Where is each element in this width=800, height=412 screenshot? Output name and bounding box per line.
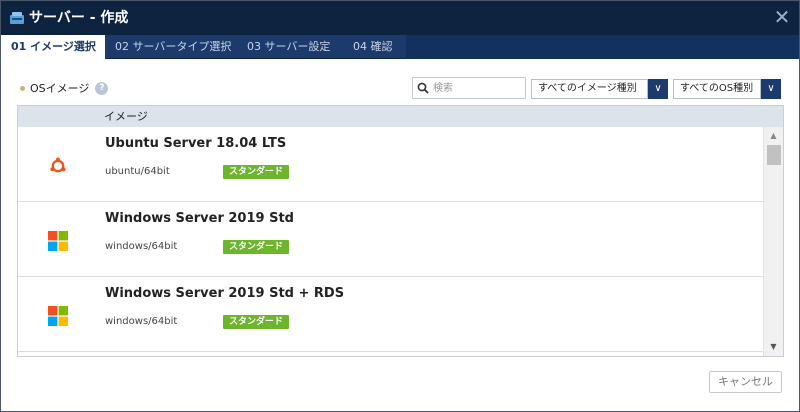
dialog-titlebar: サーバー - 作成 ✕ [1, 1, 799, 35]
table-header: イメージ [18, 106, 783, 127]
image-type-select[interactable]: すべてのイメージ種別 [531, 79, 648, 99]
windows-icon [48, 306, 68, 326]
scroll-up-arrow[interactable]: ▲ [764, 130, 783, 142]
image-name: Ubuntu Server 18.04 LTS [105, 136, 287, 151]
dialog-title: サーバー - 作成 [29, 10, 129, 26]
table-row[interactable]: Ubuntu Server 18.04 LTS ubuntu/64bit スタン… [18, 127, 763, 202]
image-table: イメージ Ubuntu Server 18.04 LTS ubuntu/64bi… [17, 105, 784, 357]
scroll-down-arrow[interactable]: ▼ [764, 341, 783, 353]
scroll-thumb[interactable] [767, 145, 781, 165]
standard-badge: スタンダード [223, 165, 290, 179]
column-header-image: イメージ [104, 110, 148, 123]
tab-server-type-select[interactable]: 02 サーバータイプ選択 [105, 35, 237, 59]
standard-badge: スタンダード [223, 315, 290, 329]
tab-server-settings[interactable]: 03 サーバー設定 [237, 35, 339, 59]
image-name: Windows Server 2019 Std [105, 211, 294, 226]
table-scrollbar[interactable]: ▲ ▼ [763, 127, 783, 356]
standard-badge: スタンダード [223, 240, 290, 254]
ubuntu-icon [49, 157, 67, 175]
image-name: Windows Server 2019 Std + RDS [105, 286, 345, 301]
search-box [412, 77, 526, 99]
table-row[interactable]: Windows Server 2019 Std + RDS windows/64… [18, 277, 763, 352]
os-image-label: OSイメージ ? [20, 80, 109, 96]
image-path: windows/64bit [105, 316, 178, 327]
bullet-icon [20, 85, 25, 91]
os-type-select[interactable]: すべてのOS種別 [673, 79, 761, 99]
tabbar-filler [406, 35, 799, 59]
table-rows: Ubuntu Server 18.04 LTS ubuntu/64bit スタン… [18, 127, 763, 356]
windows-icon [48, 231, 68, 251]
help-icon[interactable]: ? [95, 81, 109, 95]
server-icon [10, 12, 24, 24]
create-server-dialog: サーバー - 作成 ✕ 01 イメージ選択 02 サーバータイプ選択 03 サー… [0, 0, 800, 412]
cancel-button[interactable]: キャンセル [709, 371, 782, 393]
tab-confirm[interactable]: 04 確認 [339, 35, 406, 59]
search-icon [417, 82, 429, 94]
os-image-label-text: OSイメージ [30, 82, 90, 95]
search-input[interactable] [433, 79, 517, 97]
close-button[interactable]: ✕ [765, 1, 799, 35]
step-tabs: 01 イメージ選択 02 サーバータイプ選択 03 サーバー設定 04 確認 [1, 35, 799, 59]
os-type-dropdown-arrow[interactable]: ∨ [761, 79, 781, 99]
image-path: ubuntu/64bit [105, 166, 170, 177]
table-row[interactable]: Windows Server 2019 Std windows/64bit スタ… [18, 202, 763, 277]
image-type-dropdown-arrow[interactable]: ∨ [648, 79, 668, 99]
image-path: windows/64bit [105, 241, 178, 252]
tab-image-select[interactable]: 01 イメージ選択 [1, 35, 105, 59]
